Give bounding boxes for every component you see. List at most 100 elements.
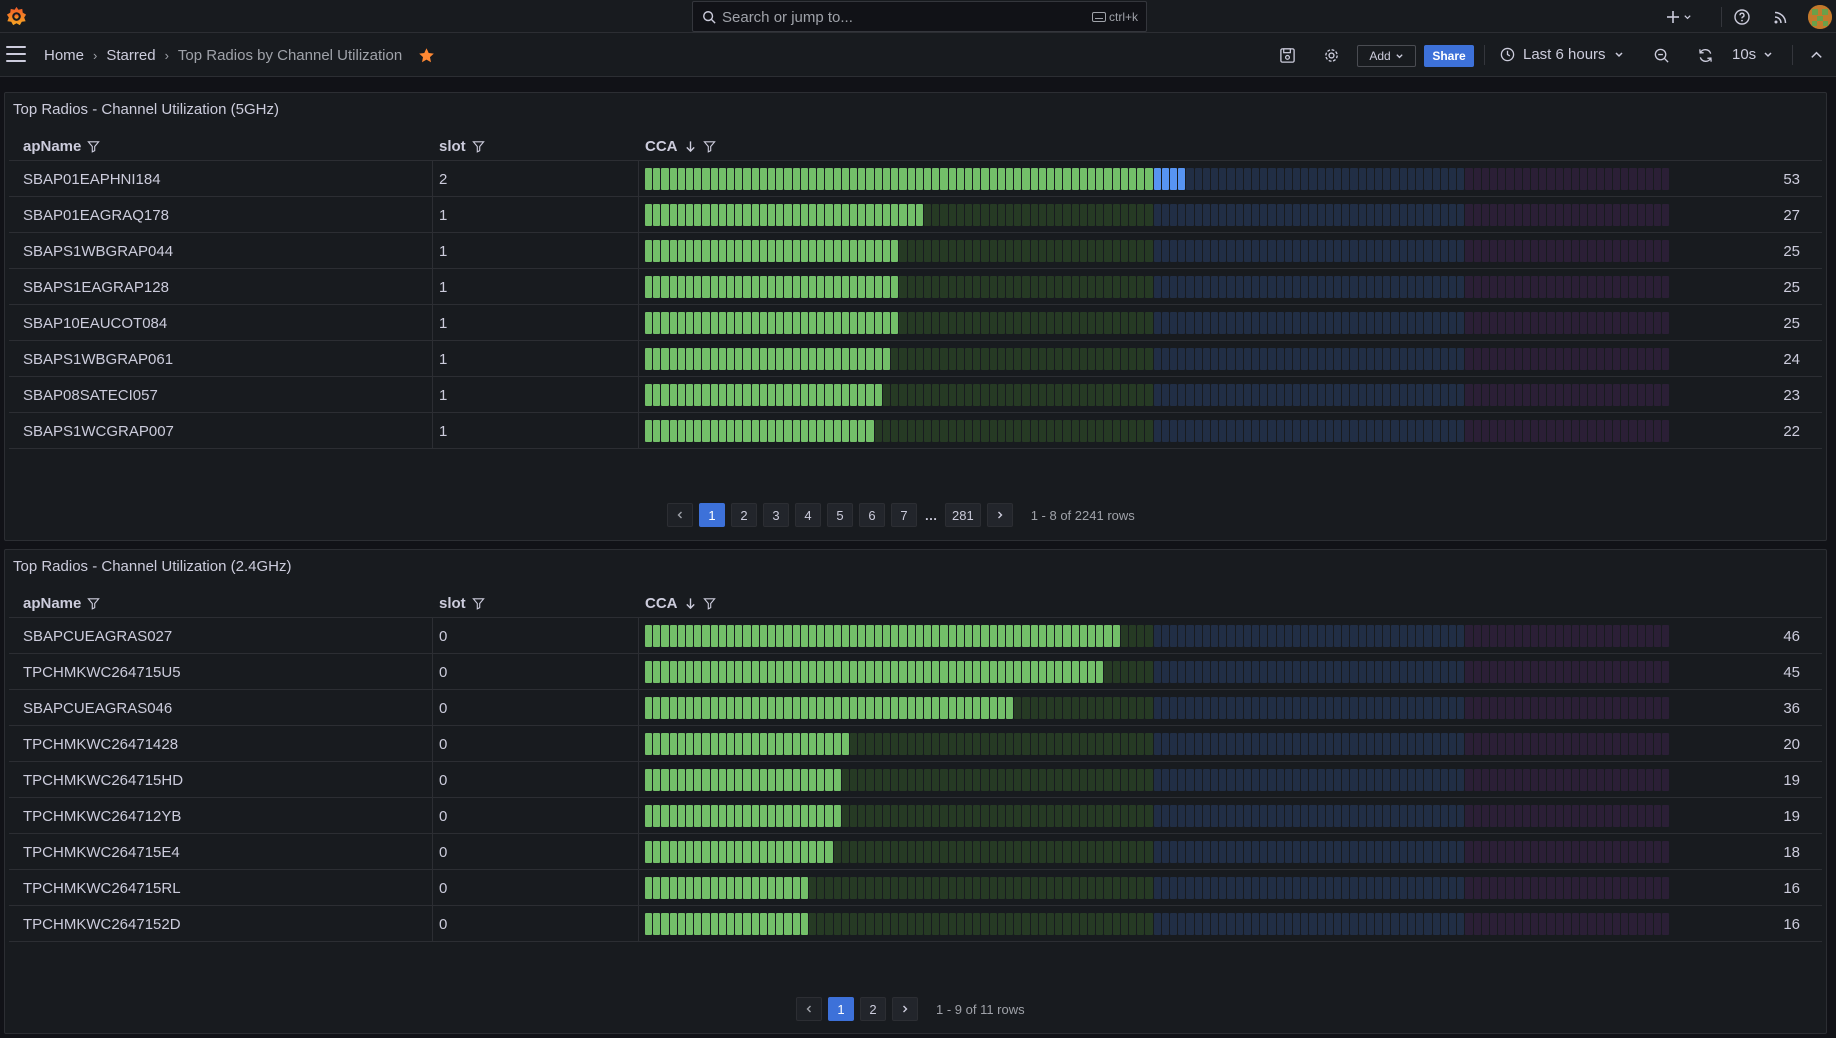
refresh-icon[interactable]	[1697, 47, 1714, 64]
zoom-out-icon[interactable]	[1653, 47, 1670, 64]
page-button[interactable]: 2	[860, 997, 886, 1021]
gauge-segment	[768, 913, 776, 935]
gauge-segment	[1055, 805, 1063, 827]
column-divider	[432, 834, 433, 870]
breadcrumb-home[interactable]: Home	[44, 47, 84, 64]
gauge-segment	[1489, 661, 1498, 683]
table-row[interactable]: SBAPS1WCGRAP007 1 22	[9, 413, 1822, 449]
table-row[interactable]: TPCHMKWC264715U5 0 45	[9, 654, 1822, 690]
table-row[interactable]: TPCHMKWC2647152D 0 16	[9, 906, 1822, 942]
page-button[interactable]: 7	[891, 503, 917, 527]
gauge-segment	[653, 240, 661, 262]
filter-icon[interactable]	[471, 140, 485, 153]
filter-icon[interactable]	[702, 597, 716, 610]
gauge-segment	[1416, 877, 1424, 899]
gauge-segment	[1030, 348, 1038, 370]
gauge-segment	[981, 877, 989, 899]
prev-page-button[interactable]	[796, 997, 822, 1021]
page-button[interactable]: 1	[699, 503, 725, 527]
star-icon[interactable]	[418, 47, 435, 64]
menu-toggle-button[interactable]	[6, 46, 26, 63]
new-menu-button[interactable]	[1666, 7, 1700, 27]
share-button[interactable]: Share	[1424, 45, 1474, 67]
gauge-segment	[1079, 625, 1087, 647]
table-row[interactable]: TPCHMKWC264712YB 0 19	[9, 798, 1822, 834]
cell-apname: SBAPS1WBGRAP044	[23, 243, 174, 260]
table-row[interactable]: TPCHMKWC26471428 0 20	[9, 726, 1822, 762]
prev-page-button[interactable]	[667, 503, 693, 527]
help-icon[interactable]	[1733, 8, 1751, 26]
gauge-segment	[833, 733, 841, 755]
column-header-slot[interactable]: slot	[439, 138, 485, 155]
page-button[interactable]: 281	[945, 503, 981, 527]
gauge-segment	[661, 913, 669, 935]
gauge-segment	[1260, 805, 1268, 827]
settings-gear-icon[interactable]	[1323, 47, 1340, 64]
save-dashboard-icon[interactable]	[1279, 47, 1296, 64]
gauge-segment	[653, 877, 661, 899]
gauge-segment	[677, 384, 686, 406]
column-header-cca[interactable]: CCA	[645, 138, 716, 155]
table-row[interactable]: SBAPS1WBGRAP061 1 24	[9, 341, 1822, 377]
column-header-cca[interactable]: CCA	[645, 595, 716, 612]
page-button[interactable]: 6	[859, 503, 885, 527]
gauge-segment	[751, 348, 759, 370]
table-row[interactable]: SBAP01EAPHNI184 2 53	[9, 161, 1822, 197]
table-row[interactable]: SBAP01EAGRAQ178 1 27	[9, 197, 1822, 233]
table-row[interactable]: SBAP08SATECI057 1 23	[9, 377, 1822, 413]
gauge-segment	[784, 769, 792, 791]
grafana-logo-icon[interactable]	[5, 5, 28, 28]
filter-icon[interactable]	[702, 140, 716, 153]
gauge-segment	[1440, 733, 1448, 755]
gauge-segment	[1104, 661, 1112, 683]
gauge-segment	[1087, 841, 1096, 863]
time-range-picker[interactable]: Last 6 hours	[1500, 46, 1624, 63]
filter-icon[interactable]	[87, 597, 101, 610]
refresh-interval-picker[interactable]: 10s	[1732, 46, 1773, 63]
gauge-segment	[1358, 841, 1366, 863]
filter-icon[interactable]	[87, 140, 101, 153]
gauge-segment	[882, 913, 891, 935]
next-page-button[interactable]	[986, 503, 1013, 527]
gauge-segment	[1178, 276, 1186, 298]
gauge-segment	[964, 661, 973, 683]
gauge-segment	[874, 769, 882, 791]
gauge-segment	[1063, 769, 1071, 791]
next-page-button[interactable]	[892, 997, 918, 1021]
gauge-segment	[759, 841, 768, 863]
column-header-slot[interactable]: slot	[439, 595, 485, 612]
gauge-segment	[1375, 312, 1383, 334]
table-row[interactable]: SBAPCUEAGRAS046 0 36	[9, 690, 1822, 726]
table-row[interactable]: SBAP10EAUCOT084 1 25	[9, 305, 1822, 341]
gauge-segment	[1539, 769, 1547, 791]
page-button[interactable]: 2	[731, 503, 757, 527]
page-button[interactable]: 1	[828, 997, 854, 1021]
gauge-segment	[1506, 348, 1514, 370]
gauge-segment	[1227, 240, 1235, 262]
filter-icon[interactable]	[471, 597, 485, 610]
user-avatar[interactable]	[1808, 5, 1832, 29]
breadcrumb-starred[interactable]: Starred	[106, 47, 155, 64]
column-header-apname[interactable]: apName	[23, 138, 101, 155]
news-rss-icon[interactable]	[1772, 8, 1790, 26]
gauge-segment	[735, 312, 743, 334]
page-button[interactable]: 4	[795, 503, 821, 527]
add-button[interactable]: Add	[1357, 45, 1416, 67]
gauge-segment	[1087, 913, 1096, 935]
chevron-up-icon[interactable]	[1808, 47, 1825, 64]
column-header-apname[interactable]: apName	[23, 595, 101, 612]
table-row[interactable]: TPCHMKWC264715HD 0 19	[9, 762, 1822, 798]
gauge-segment	[1317, 204, 1325, 226]
page-button[interactable]: 3	[763, 503, 789, 527]
gauge-segment	[899, 877, 907, 899]
search-input[interactable]: Search or jump to... ctrl+k	[692, 1, 1147, 32]
gauge-segment	[1514, 877, 1522, 899]
table-row[interactable]: SBAPCUEAGRAS027 0 46	[9, 618, 1822, 654]
page-button[interactable]: 5	[827, 503, 853, 527]
table-row[interactable]: SBAPS1WBGRAP044 1 25	[9, 233, 1822, 269]
table-row[interactable]: SBAPS1EAGRAP128 1 25	[9, 269, 1822, 305]
gauge-segment	[1014, 769, 1022, 791]
table-row[interactable]: TPCHMKWC264715RL 0 16	[9, 870, 1822, 906]
table-row[interactable]: TPCHMKWC264715E4 0 18	[9, 834, 1822, 870]
gauge-segment	[1383, 420, 1391, 442]
